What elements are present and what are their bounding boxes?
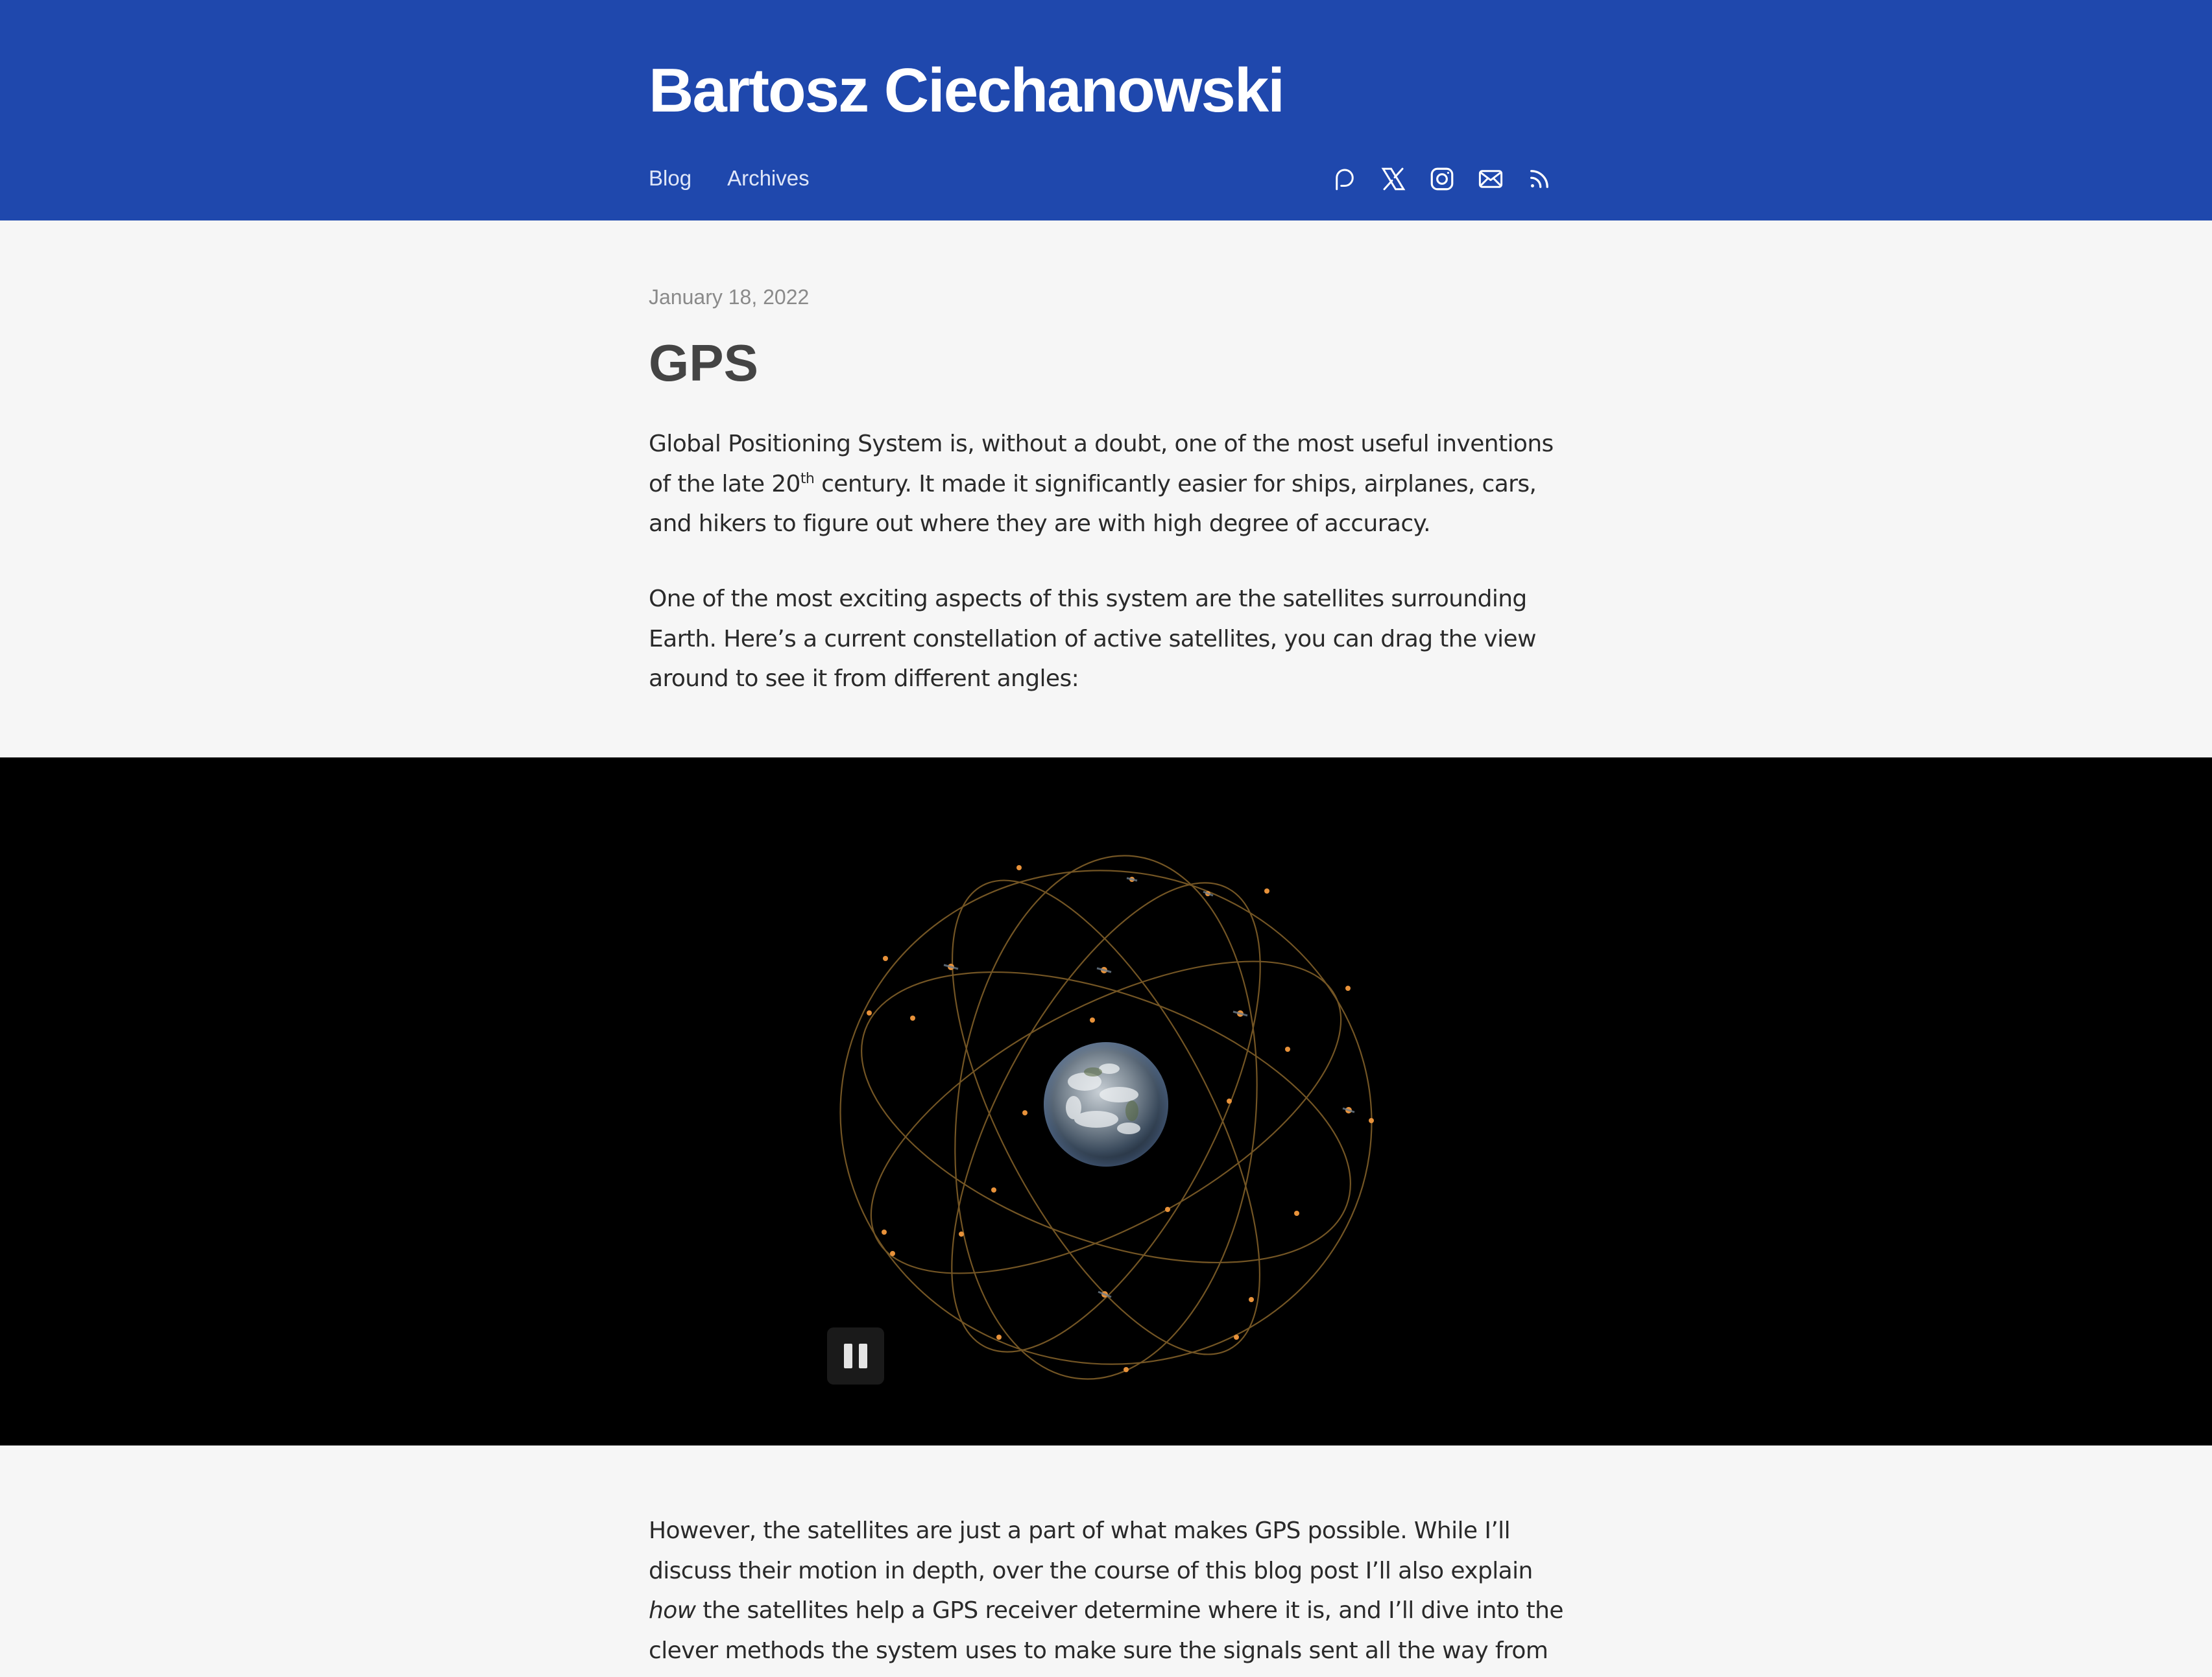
intro-paragraph: Global Positioning System is, without a … — [649, 424, 1570, 544]
social-links — [1330, 162, 1554, 196]
mail-icon[interactable] — [1476, 164, 1506, 194]
patreon-icon[interactable] — [1330, 164, 1360, 194]
pause-icon — [844, 1344, 852, 1368]
rss-icon[interactable] — [1524, 164, 1554, 194]
explanation-text-2: the satellites help a GPS receiver deter… — [649, 1597, 1564, 1664]
explanation-text-1: However, the satellites are just a part … — [649, 1517, 1533, 1584]
nav-archives-link[interactable]: Archives — [727, 162, 810, 195]
instagram-icon[interactable] — [1427, 164, 1457, 194]
site-header: Bartosz Ciechanowski Blog Archives — [0, 0, 2212, 220]
site-title[interactable]: Bartosz Ciechanowski — [649, 52, 1285, 130]
post-title: GPS — [649, 334, 758, 392]
explanation-paragraph: However, the satellites are just a part … — [649, 1511, 1570, 1671]
constellation-paragraph: One of the most exciting aspects of this… — [649, 586, 1537, 692]
earth-globe — [1044, 1042, 1168, 1167]
satellite-constellation-view[interactable] — [0, 757, 2212, 1445]
pause-button[interactable] — [827, 1327, 884, 1385]
nav-blog-link[interactable]: Blog — [649, 162, 691, 195]
post-date: January 18, 2022 — [649, 285, 810, 309]
emphasis-how: how — [649, 1597, 696, 1624]
constellation-canvas[interactable] — [0, 757, 2212, 1445]
main-nav: Blog Archives — [649, 162, 845, 195]
x-icon[interactable] — [1378, 164, 1408, 194]
pause-icon-bar — [859, 1344, 867, 1368]
ordinal-suffix: th — [800, 470, 815, 487]
